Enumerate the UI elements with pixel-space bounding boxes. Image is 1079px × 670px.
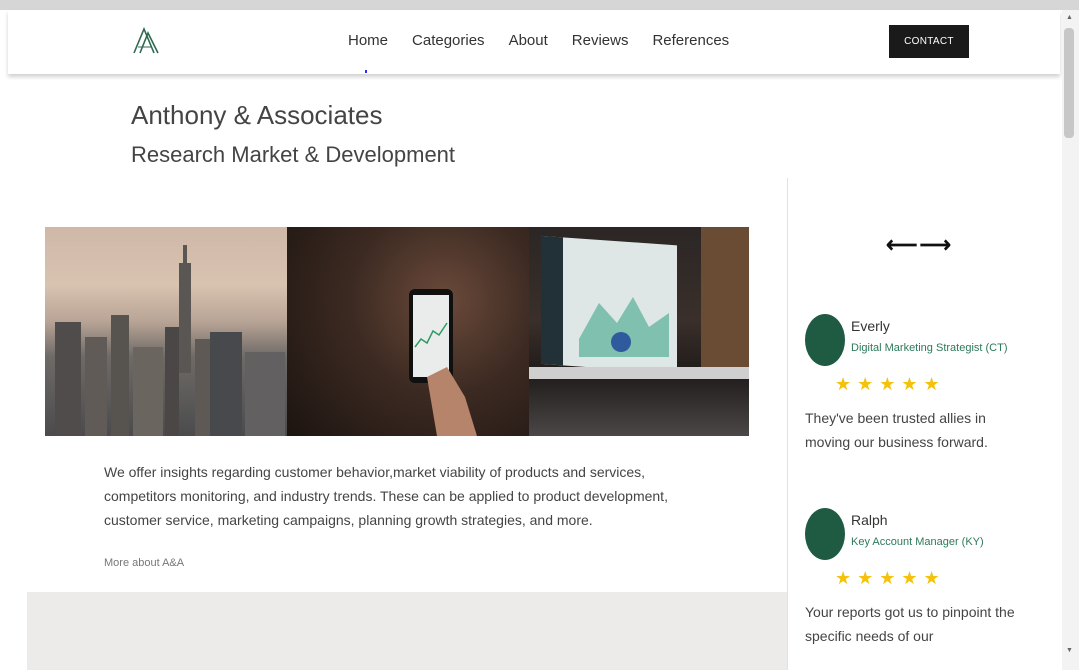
contact-button[interactable]: CONTACT xyxy=(889,25,969,58)
nav-home[interactable]: Home xyxy=(348,32,388,49)
nav-categories[interactable]: Categories xyxy=(412,32,485,49)
hero-image-strip xyxy=(45,227,749,436)
nav-reviews[interactable]: Reviews xyxy=(572,32,629,49)
scrollbar-thumb[interactable] xyxy=(1064,28,1074,138)
smartphone-chart-image xyxy=(287,227,529,436)
review-text: Your reports got us to pinpoint the spec… xyxy=(805,604,1015,644)
scroll-down-icon[interactable]: ▼ xyxy=(1066,647,1073,654)
reviewer-role: Digital Marketing Strategist (CT) xyxy=(851,342,1008,354)
brand-title: Anthony & Associates xyxy=(131,100,383,130)
reviewer-name: Everly xyxy=(851,318,890,334)
top-navbar: Home Categories About Reviews References… xyxy=(8,10,1060,74)
nav-about[interactable]: About xyxy=(509,32,548,49)
review-carousel-arrows-icon[interactable]: ⟵⟶ xyxy=(886,232,953,258)
about-paragraph: We offer insights regarding customer beh… xyxy=(104,464,668,528)
more-about-link[interactable]: More about A&A xyxy=(104,557,184,569)
company-logo-icon[interactable] xyxy=(132,25,162,55)
avatar xyxy=(805,508,845,560)
city-skyline-image xyxy=(45,227,287,436)
laptop-dashboard-image xyxy=(529,227,749,436)
sidebar-divider xyxy=(787,178,788,670)
brand-subtitle: Research Market & Development xyxy=(131,142,456,167)
browser-top-bar xyxy=(0,0,1079,10)
avatar xyxy=(805,314,845,366)
reviewer-name: Ralph xyxy=(851,512,888,528)
nav-active-indicator xyxy=(365,70,367,73)
star-rating-icon: ★★★★★ xyxy=(835,568,946,588)
nav-references[interactable]: References xyxy=(652,32,729,49)
reviewer-role: Key Account Manager (KY) xyxy=(851,536,984,548)
review-text: They've been trusted allies in moving ou… xyxy=(805,410,988,450)
main-nav: Home Categories About Reviews References xyxy=(348,32,729,49)
footer-band xyxy=(27,592,787,670)
star-rating-icon: ★★★★★ xyxy=(835,374,946,394)
scroll-up-icon[interactable]: ▲ xyxy=(1066,14,1073,21)
